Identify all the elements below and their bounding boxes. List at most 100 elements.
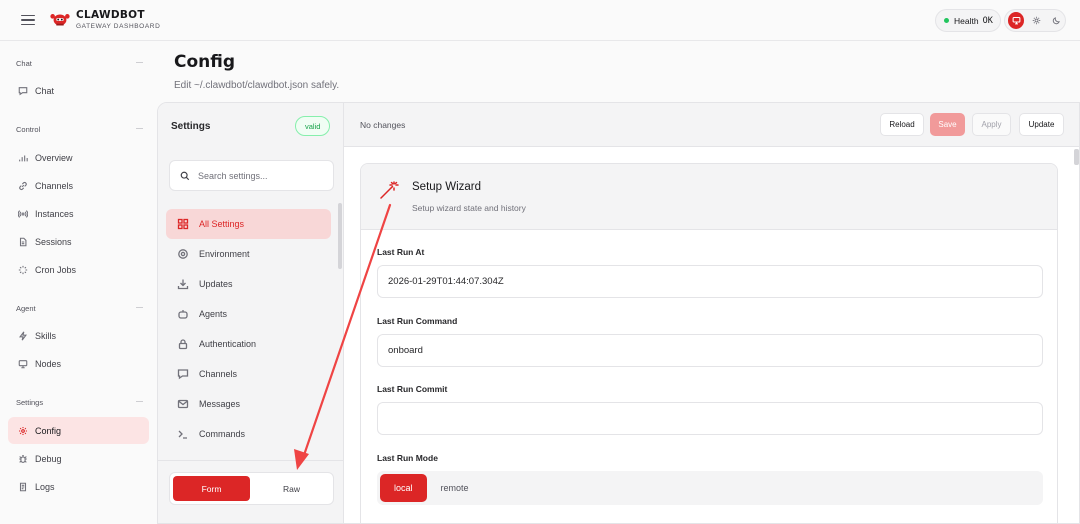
page-subtitle: Edit ~/.clawdbot/clawdbot.json safely.	[174, 80, 340, 91]
sidebar: Chat — Chat Control — Overview Channels In…	[0, 41, 157, 524]
settings-item-all[interactable]: All Settings	[166, 209, 331, 239]
health-label: Health	[954, 15, 979, 26]
sidebar-item-config[interactable]: Config	[8, 417, 149, 444]
gear-icon	[19, 426, 27, 435]
sidebar-item-skills[interactable]: Skills	[8, 322, 149, 349]
chevron-up-icon: —	[136, 304, 143, 311]
settings-item-agents[interactable]: Agents	[166, 299, 331, 329]
sidebar-item-overview[interactable]: Overview	[8, 144, 149, 171]
form-mode-button[interactable]: Form	[173, 476, 250, 501]
sidebar-group-agent[interactable]: Agent —	[16, 304, 143, 313]
sidebar-item-label: Config	[35, 425, 62, 436]
sidebar-item-nodes[interactable]: Nodes	[8, 350, 149, 377]
sidebar-item-label: Debug	[35, 453, 62, 464]
file-icon	[19, 237, 27, 246]
magic-wand-icon	[380, 181, 399, 199]
page-title: Config	[174, 52, 236, 72]
brand: CLAWDBOT GATEWAY DASHBOARD	[76, 10, 160, 30]
field-label: Last Run At	[377, 247, 425, 257]
settings-item-environment[interactable]: Environment	[166, 239, 331, 269]
moon-icon[interactable]	[1049, 12, 1065, 29]
sidebar-item-channels[interactable]: Channels	[8, 172, 149, 199]
config-toolbar: No changes Reload Save Apply Update	[344, 103, 1079, 147]
last-run-command-input[interactable]	[377, 334, 1043, 367]
save-button[interactable]: Save	[930, 113, 965, 136]
settings-item-messages[interactable]: Messages	[166, 389, 331, 419]
loader-icon	[18, 265, 28, 274]
menu-icon[interactable]	[21, 14, 35, 26]
settings-item-label: Updates	[199, 279, 233, 289]
settings-item-updates[interactable]: Updates	[166, 269, 331, 299]
sidebar-item-label: Chat	[35, 85, 55, 96]
terminal-icon	[178, 430, 187, 439]
search-input[interactable]	[198, 170, 328, 181]
health-status: OK	[982, 15, 993, 26]
settings-item-label: All Settings	[199, 219, 245, 229]
group-label: Chat	[16, 59, 32, 68]
sidebar-item-label: Nodes	[35, 358, 62, 369]
settings-scrollbar[interactable]	[338, 203, 342, 269]
message-icon	[18, 86, 28, 95]
last-run-at-input[interactable]	[377, 265, 1043, 298]
divider	[158, 460, 344, 461]
gear-icon	[178, 249, 188, 259]
valid-badge: valid	[295, 116, 331, 136]
settings-item-authentication[interactable]: Authentication	[166, 329, 331, 359]
download-icon	[177, 279, 189, 290]
sidebar-item-chat[interactable]: Chat	[8, 77, 149, 104]
sidebar-item-label: Sessions	[35, 236, 72, 247]
card-title: Setup Wizard	[412, 181, 482, 193]
settings-item-label: Agents	[199, 309, 228, 319]
sidebar-item-label: Skills	[35, 330, 57, 341]
settings-item-commands[interactable]: Commands	[166, 419, 331, 449]
sidebar-item-debug[interactable]: Debug	[8, 445, 149, 472]
settings-item-label: Commands	[199, 429, 246, 439]
health-badge[interactable]: Health OK	[935, 9, 1001, 32]
sidebar-item-instances[interactable]: Instances	[8, 200, 149, 227]
settings-search[interactable]	[169, 160, 334, 191]
zap-icon	[19, 331, 27, 340]
link-icon	[19, 181, 27, 190]
chevron-up-icon: —	[136, 398, 143, 405]
field-label: Last Run Command	[377, 316, 458, 326]
monitor-icon	[18, 359, 28, 368]
raw-mode-button[interactable]: Raw	[253, 476, 330, 501]
monitor-theme-icon[interactable]	[1008, 12, 1025, 29]
sidebar-item-cron-jobs[interactable]: Cron Jobs	[8, 256, 149, 283]
radio-icon	[18, 209, 28, 218]
sidebar-group-settings[interactable]: Settings —	[16, 398, 143, 407]
settings-item-label: Messages	[199, 399, 241, 409]
settings-item-label: Authentication	[199, 339, 257, 349]
reload-button[interactable]: Reload	[880, 113, 924, 136]
group-label: Control	[16, 125, 41, 134]
card-subtitle: Setup wizard state and history	[412, 203, 526, 213]
sidebar-group-chat[interactable]: Chat —	[16, 59, 143, 68]
sidebar-item-label: Cron Jobs	[35, 264, 77, 275]
apply-button[interactable]: Apply	[972, 113, 1011, 136]
sidebar-group-control[interactable]: Control —	[16, 125, 143, 134]
group-label: Settings	[16, 398, 44, 407]
theme-switcher	[1004, 9, 1066, 32]
sidebar-item-label: Overview	[35, 152, 73, 163]
chevron-up-icon: —	[136, 59, 143, 66]
sidebar-item-sessions[interactable]: Sessions	[8, 228, 149, 255]
scroll-icon	[19, 482, 27, 491]
mode-option-remote[interactable]: remote	[427, 474, 483, 502]
settings-item-label: Channels	[199, 369, 238, 379]
top-bar: CLAWDBOT GATEWAY DASHBOARD	[0, 0, 1080, 41]
content-scrollbar[interactable]	[1074, 149, 1079, 165]
setup-wizard-card: Setup Wizard Setup wizard state and hist…	[360, 163, 1058, 523]
mode-option-local[interactable]: local	[380, 474, 427, 502]
update-button[interactable]: Update	[1019, 113, 1064, 136]
last-run-commit-input[interactable]	[377, 402, 1043, 435]
settings-sidebar: Settings valid All Settings Environment …	[158, 103, 344, 523]
mail-icon	[177, 399, 189, 409]
settings-item-channels[interactable]: Channels	[166, 359, 331, 389]
sidebar-item-logs[interactable]: Logs	[8, 473, 149, 500]
lobster-logo	[50, 14, 70, 26]
change-status: No changes	[360, 120, 406, 130]
sidebar-item-label: Logs	[35, 481, 55, 492]
sun-icon[interactable]	[1028, 12, 1044, 29]
card-header: Setup Wizard Setup wizard state and hist…	[361, 164, 1057, 230]
mode-toggle: Form Raw	[169, 472, 334, 505]
